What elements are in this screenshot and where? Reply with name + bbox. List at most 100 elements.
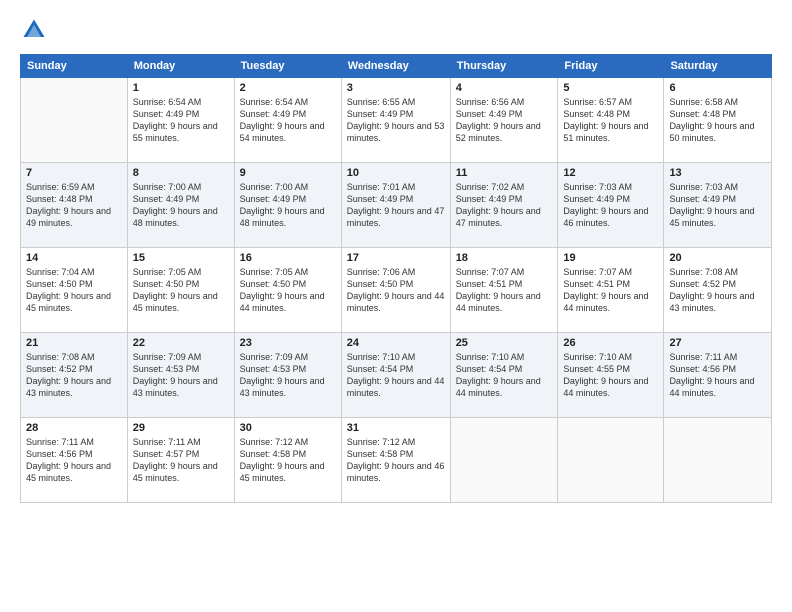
day-cell [664, 418, 772, 503]
week-row-5: 28Sunrise: 7:11 AM Sunset: 4:56 PM Dayli… [21, 418, 772, 503]
day-info: Sunrise: 6:54 AM Sunset: 4:49 PM Dayligh… [133, 96, 229, 145]
col-header-sunday: Sunday [21, 55, 128, 78]
day-number: 21 [26, 337, 122, 349]
day-cell: 26 Sunrise: 7:10 AM Sunset: 4:55 PM Dayli… [558, 333, 664, 418]
day-cell: 21 Sunrise: 7:08 AM Sunset: 4:52 PM Dayli… [21, 333, 128, 418]
day-info: Sunrise: 7:08 AM Sunset: 4:52 PM Dayligh… [669, 266, 766, 315]
day-info: Sunrise: 7:08 AM Sunset: 4:52 PM Dayligh… [26, 351, 122, 400]
day-number: 8 [133, 167, 229, 179]
day-number: 22 [133, 337, 229, 349]
header-row: SundayMondayTuesdayWednesdayThursdayFrid… [21, 55, 772, 78]
day-info: Sunrise: 7:03 AM Sunset: 4:49 PM Dayligh… [563, 181, 658, 230]
day-number: 1 [133, 82, 229, 94]
day-cell: 2 Sunrise: 6:54 AM Sunset: 4:49 PM Daylig… [234, 78, 341, 163]
day-info: Sunrise: 7:07 AM Sunset: 4:51 PM Dayligh… [456, 266, 553, 315]
day-number: 5 [563, 82, 658, 94]
day-info: Sunrise: 7:11 AM Sunset: 4:56 PM Dayligh… [669, 351, 766, 400]
header [20, 16, 772, 44]
day-number: 7 [26, 167, 122, 179]
col-header-friday: Friday [558, 55, 664, 78]
day-info: Sunrise: 7:05 AM Sunset: 4:50 PM Dayligh… [133, 266, 229, 315]
day-cell: 22 Sunrise: 7:09 AM Sunset: 4:53 PM Dayli… [127, 333, 234, 418]
day-info: Sunrise: 6:59 AM Sunset: 4:48 PM Dayligh… [26, 181, 122, 230]
day-info: Sunrise: 7:01 AM Sunset: 4:49 PM Dayligh… [347, 181, 445, 230]
day-info: Sunrise: 6:56 AM Sunset: 4:49 PM Dayligh… [456, 96, 553, 145]
day-info: Sunrise: 7:10 AM Sunset: 4:55 PM Dayligh… [563, 351, 658, 400]
day-cell: 16 Sunrise: 7:05 AM Sunset: 4:50 PM Dayli… [234, 248, 341, 333]
day-info: Sunrise: 7:11 AM Sunset: 4:57 PM Dayligh… [133, 436, 229, 485]
day-number: 9 [240, 167, 336, 179]
day-number: 16 [240, 252, 336, 264]
day-info: Sunrise: 7:07 AM Sunset: 4:51 PM Dayligh… [563, 266, 658, 315]
day-info: Sunrise: 7:05 AM Sunset: 4:50 PM Dayligh… [240, 266, 336, 315]
day-cell: 4 Sunrise: 6:56 AM Sunset: 4:49 PM Daylig… [450, 78, 558, 163]
logo-icon [20, 16, 48, 44]
day-cell: 27 Sunrise: 7:11 AM Sunset: 4:56 PM Dayli… [664, 333, 772, 418]
logo [20, 16, 52, 44]
day-number: 15 [133, 252, 229, 264]
day-number: 2 [240, 82, 336, 94]
day-cell: 29 Sunrise: 7:11 AM Sunset: 4:57 PM Dayli… [127, 418, 234, 503]
day-info: Sunrise: 7:04 AM Sunset: 4:50 PM Dayligh… [26, 266, 122, 315]
day-number: 12 [563, 167, 658, 179]
col-header-tuesday: Tuesday [234, 55, 341, 78]
day-cell: 11 Sunrise: 7:02 AM Sunset: 4:49 PM Dayli… [450, 163, 558, 248]
day-info: Sunrise: 7:00 AM Sunset: 4:49 PM Dayligh… [133, 181, 229, 230]
day-info: Sunrise: 7:09 AM Sunset: 4:53 PM Dayligh… [240, 351, 336, 400]
day-cell: 24Sunrise: 7:10 AM Sunset: 4:54 PM Dayli… [341, 333, 450, 418]
day-cell: 6 Sunrise: 6:58 AM Sunset: 4:48 PM Daylig… [664, 78, 772, 163]
day-info: Sunrise: 7:10 AM Sunset: 4:54 PM Dayligh… [456, 351, 553, 400]
day-info: Sunrise: 7:00 AM Sunset: 4:49 PM Dayligh… [240, 181, 336, 230]
week-row-2: 7 Sunrise: 6:59 AM Sunset: 4:48 PM Daylig… [21, 163, 772, 248]
week-row-1: 1 Sunrise: 6:54 AM Sunset: 4:49 PM Daylig… [21, 78, 772, 163]
day-number: 26 [563, 337, 658, 349]
day-cell: 18Sunrise: 7:07 AM Sunset: 4:51 PM Dayli… [450, 248, 558, 333]
day-cell: 14Sunrise: 7:04 AM Sunset: 4:50 PM Dayli… [21, 248, 128, 333]
day-cell: 23 Sunrise: 7:09 AM Sunset: 4:53 PM Dayli… [234, 333, 341, 418]
day-cell: 13 Sunrise: 7:03 AM Sunset: 4:49 PM Dayli… [664, 163, 772, 248]
day-cell: 1 Sunrise: 6:54 AM Sunset: 4:49 PM Daylig… [127, 78, 234, 163]
page: SundayMondayTuesdayWednesdayThursdayFrid… [0, 0, 792, 612]
day-info: Sunrise: 6:57 AM Sunset: 4:48 PM Dayligh… [563, 96, 658, 145]
day-number: 10 [347, 167, 445, 179]
day-info: Sunrise: 7:11 AM Sunset: 4:56 PM Dayligh… [26, 436, 122, 485]
day-number: 4 [456, 82, 553, 94]
day-number: 24 [347, 337, 445, 349]
day-cell [558, 418, 664, 503]
day-number: 6 [669, 82, 766, 94]
week-row-3: 14Sunrise: 7:04 AM Sunset: 4:50 PM Dayli… [21, 248, 772, 333]
day-number: 13 [669, 167, 766, 179]
day-cell: 19 Sunrise: 7:07 AM Sunset: 4:51 PM Dayli… [558, 248, 664, 333]
day-number: 25 [456, 337, 553, 349]
day-cell: 15 Sunrise: 7:05 AM Sunset: 4:50 PM Dayli… [127, 248, 234, 333]
day-cell: 30 Sunrise: 7:12 AM Sunset: 4:58 PM Dayli… [234, 418, 341, 503]
day-info: Sunrise: 7:03 AM Sunset: 4:49 PM Dayligh… [669, 181, 766, 230]
day-info: Sunrise: 6:58 AM Sunset: 4:48 PM Dayligh… [669, 96, 766, 145]
day-info: Sunrise: 6:54 AM Sunset: 4:49 PM Dayligh… [240, 96, 336, 145]
day-number: 27 [669, 337, 766, 349]
col-header-thursday: Thursday [450, 55, 558, 78]
day-cell: 8 Sunrise: 7:00 AM Sunset: 4:49 PM Daylig… [127, 163, 234, 248]
day-number: 30 [240, 422, 336, 434]
col-header-saturday: Saturday [664, 55, 772, 78]
day-number: 11 [456, 167, 553, 179]
day-info: Sunrise: 7:09 AM Sunset: 4:53 PM Dayligh… [133, 351, 229, 400]
day-number: 23 [240, 337, 336, 349]
day-cell: 28Sunrise: 7:11 AM Sunset: 4:56 PM Dayli… [21, 418, 128, 503]
day-info: Sunrise: 7:12 AM Sunset: 4:58 PM Dayligh… [240, 436, 336, 485]
day-cell: 5 Sunrise: 6:57 AM Sunset: 4:48 PM Daylig… [558, 78, 664, 163]
day-number: 29 [133, 422, 229, 434]
col-header-wednesday: Wednesday [341, 55, 450, 78]
day-info: Sunrise: 7:12 AM Sunset: 4:58 PM Dayligh… [347, 436, 445, 485]
day-cell [450, 418, 558, 503]
day-cell: 10 Sunrise: 7:01 AM Sunset: 4:49 PM Dayli… [341, 163, 450, 248]
day-number: 3 [347, 82, 445, 94]
day-info: Sunrise: 7:06 AM Sunset: 4:50 PM Dayligh… [347, 266, 445, 315]
day-cell: 9 Sunrise: 7:00 AM Sunset: 4:49 PM Daylig… [234, 163, 341, 248]
day-number: 19 [563, 252, 658, 264]
day-cell: 7 Sunrise: 6:59 AM Sunset: 4:48 PM Daylig… [21, 163, 128, 248]
day-number: 31 [347, 422, 445, 434]
calendar-table: SundayMondayTuesdayWednesdayThursdayFrid… [20, 54, 772, 503]
col-header-monday: Monday [127, 55, 234, 78]
day-info: Sunrise: 7:02 AM Sunset: 4:49 PM Dayligh… [456, 181, 553, 230]
